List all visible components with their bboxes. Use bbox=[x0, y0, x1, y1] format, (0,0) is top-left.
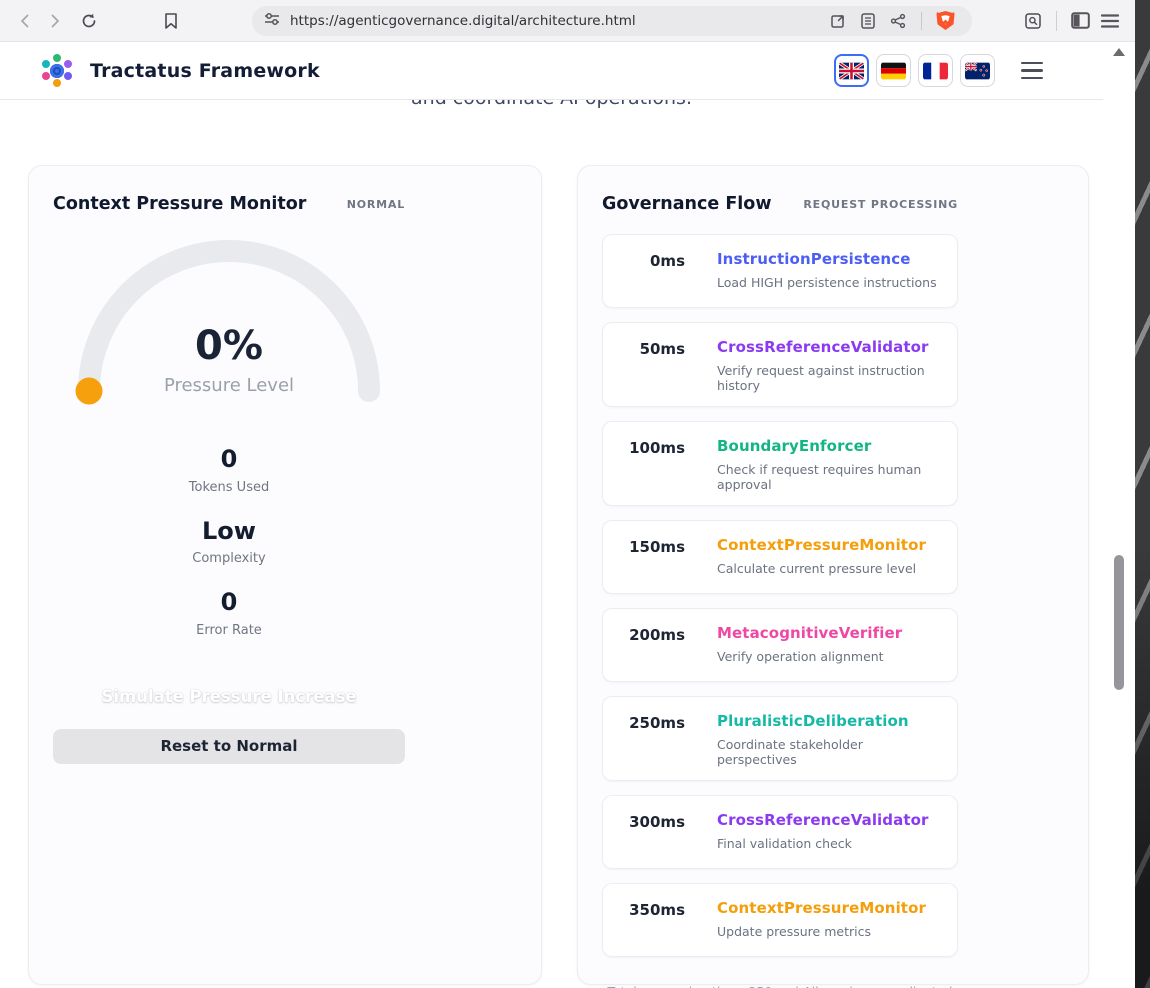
flow-step-service: ContextPressureMonitor bbox=[717, 536, 926, 554]
search-tabs-icon[interactable] bbox=[1018, 6, 1048, 36]
language-switcher bbox=[834, 54, 995, 87]
cards-row: Context Pressure Monitor NORMAL 0% Press… bbox=[28, 165, 1089, 985]
flow-step-description: Verify request against instruction histo… bbox=[717, 363, 943, 393]
forward-icon[interactable] bbox=[40, 6, 70, 36]
stat-value: 0 bbox=[53, 589, 405, 617]
flow-step-description: Load HIGH persistence instructions bbox=[717, 275, 937, 290]
flow-step-time: 50ms bbox=[603, 338, 685, 393]
page-scrollbar[interactable] bbox=[1103, 42, 1135, 988]
flow-step-description: Coordinate stakeholder perspectives bbox=[717, 737, 943, 767]
bookmark-icon[interactable] bbox=[156, 6, 186, 36]
flow-step-row: 50ms CrossReferenceValidator Verify requ… bbox=[602, 322, 958, 407]
gauge-label: Pressure Level bbox=[53, 375, 405, 396]
open-in-new-icon[interactable] bbox=[823, 6, 853, 36]
reader-mode-icon[interactable] bbox=[853, 6, 883, 36]
flow-step-time: 250ms bbox=[603, 712, 685, 767]
stat-block: Low Complexity bbox=[53, 518, 405, 567]
flow-step-description: Verify operation alignment bbox=[717, 649, 902, 664]
flow-step-time: 300ms bbox=[603, 811, 685, 855]
flow-step-time: 0ms bbox=[603, 250, 685, 294]
url-bar[interactable]: https://agenticgovernance.digital/archit… bbox=[252, 6, 972, 36]
flow-step-time: 350ms bbox=[603, 899, 685, 943]
stat-block: 0 Tokens Used bbox=[53, 446, 405, 495]
reset-to-normal-button[interactable]: Reset to Normal bbox=[53, 729, 405, 764]
flow-step-service: CrossReferenceValidator bbox=[717, 811, 929, 829]
hamburger-icon[interactable] bbox=[1021, 62, 1043, 80]
stat-block: 0 Error Rate bbox=[53, 589, 405, 638]
flag-germany-button[interactable] bbox=[876, 54, 911, 87]
stat-label: Complexity bbox=[53, 551, 405, 566]
flow-step-time: 150ms bbox=[603, 536, 685, 580]
pressure-card-title: Context Pressure Monitor bbox=[53, 194, 306, 214]
flow-step-row: 350ms ContextPressureMonitor Update pres… bbox=[602, 883, 958, 957]
simulate-pressure-button[interactable]: Simulate Pressure Increase bbox=[53, 687, 405, 706]
flow-step-row: 100ms BoundaryEnforcer Check if request … bbox=[602, 421, 958, 506]
flow-step-service: CrossReferenceValidator bbox=[717, 338, 943, 356]
sidebar-toggle-icon[interactable] bbox=[1065, 6, 1095, 36]
flow-step-service: BoundaryEnforcer bbox=[717, 437, 943, 455]
flow-step-service: PluralisticDeliberation bbox=[717, 712, 943, 730]
browser-toolbar: https://agenticgovernance.digital/archit… bbox=[0, 0, 1135, 42]
flow-status-badge: REQUEST PROCESSING bbox=[803, 198, 958, 211]
governance-flow-card: Governance Flow REQUEST PROCESSING 0ms I… bbox=[577, 165, 1089, 985]
flow-step-time: 200ms bbox=[603, 624, 685, 668]
flow-step-row: 300ms CrossReferenceValidator Final vali… bbox=[602, 795, 958, 869]
flow-step-row: 200ms MetacognitiveVerifier Verify opera… bbox=[602, 608, 958, 682]
pressure-stats: 0 Tokens Used Low Complexity 0 Error Rat… bbox=[53, 446, 405, 638]
flag-uk-button[interactable] bbox=[834, 54, 869, 87]
flow-step-row: 0ms InstructionPersistence Load HIGH per… bbox=[602, 234, 958, 308]
share-icon[interactable] bbox=[883, 6, 913, 36]
stat-value: Low bbox=[53, 518, 405, 546]
pressure-gauge: 0% Pressure Level bbox=[53, 228, 405, 418]
flag-new-zealand-button[interactable] bbox=[960, 54, 995, 87]
flow-step-description: Update pressure metrics bbox=[717, 924, 926, 939]
url-text[interactable]: https://agenticgovernance.digital/archit… bbox=[290, 13, 823, 29]
urlbar-divider bbox=[921, 12, 922, 30]
scrollbar-thumb[interactable] bbox=[1114, 555, 1124, 690]
flow-step-service: ContextPressureMonitor bbox=[717, 899, 926, 917]
flag-france-button[interactable] bbox=[918, 54, 953, 87]
page-viewport: and coordinate AI operations. Tractatus … bbox=[0, 42, 1135, 988]
toolbar-divider bbox=[1056, 11, 1057, 31]
stat-label: Tokens Used bbox=[53, 480, 405, 495]
flow-step-row: 250ms PluralisticDeliberation Coordinate… bbox=[602, 696, 958, 781]
gauge-value: 0% bbox=[53, 326, 405, 366]
site-title: Tractatus Framework bbox=[90, 60, 320, 82]
flow-step-service: InstructionPersistence bbox=[717, 250, 937, 268]
flow-step-row: 150ms ContextPressureMonitor Calculate c… bbox=[602, 520, 958, 594]
scroll-up-icon[interactable] bbox=[1113, 48, 1125, 56]
pressure-status-badge: NORMAL bbox=[347, 198, 405, 211]
flow-step-description: Calculate current pressure level bbox=[717, 561, 926, 576]
flow-step-service: MetacognitiveVerifier bbox=[717, 624, 902, 642]
browser-menu-icon[interactable] bbox=[1095, 6, 1125, 36]
site-header: Tractatus Framework bbox=[0, 42, 1103, 100]
flow-step-description: Final validation check bbox=[717, 836, 929, 851]
stat-value: 0 bbox=[53, 446, 405, 474]
desktop-wallpaper bbox=[1135, 0, 1150, 988]
flow-card-title: Governance Flow bbox=[602, 194, 772, 214]
context-pressure-monitor-card: Context Pressure Monitor NORMAL 0% Press… bbox=[28, 165, 542, 985]
back-icon[interactable] bbox=[10, 6, 40, 36]
flow-step-list: 0ms InstructionPersistence Load HIGH per… bbox=[602, 234, 958, 957]
flow-footer-text: Total processing time: 350ms | All servi… bbox=[602, 984, 958, 988]
reload-icon[interactable] bbox=[74, 6, 104, 36]
dot-cluster-logo bbox=[40, 54, 74, 88]
tune-icon[interactable] bbox=[264, 11, 280, 31]
flow-step-time: 100ms bbox=[603, 437, 685, 492]
stat-label: Error Rate bbox=[53, 623, 405, 638]
flow-step-description: Check if request requires human approval bbox=[717, 462, 943, 492]
brave-shield-icon[interactable] bbox=[930, 6, 960, 36]
